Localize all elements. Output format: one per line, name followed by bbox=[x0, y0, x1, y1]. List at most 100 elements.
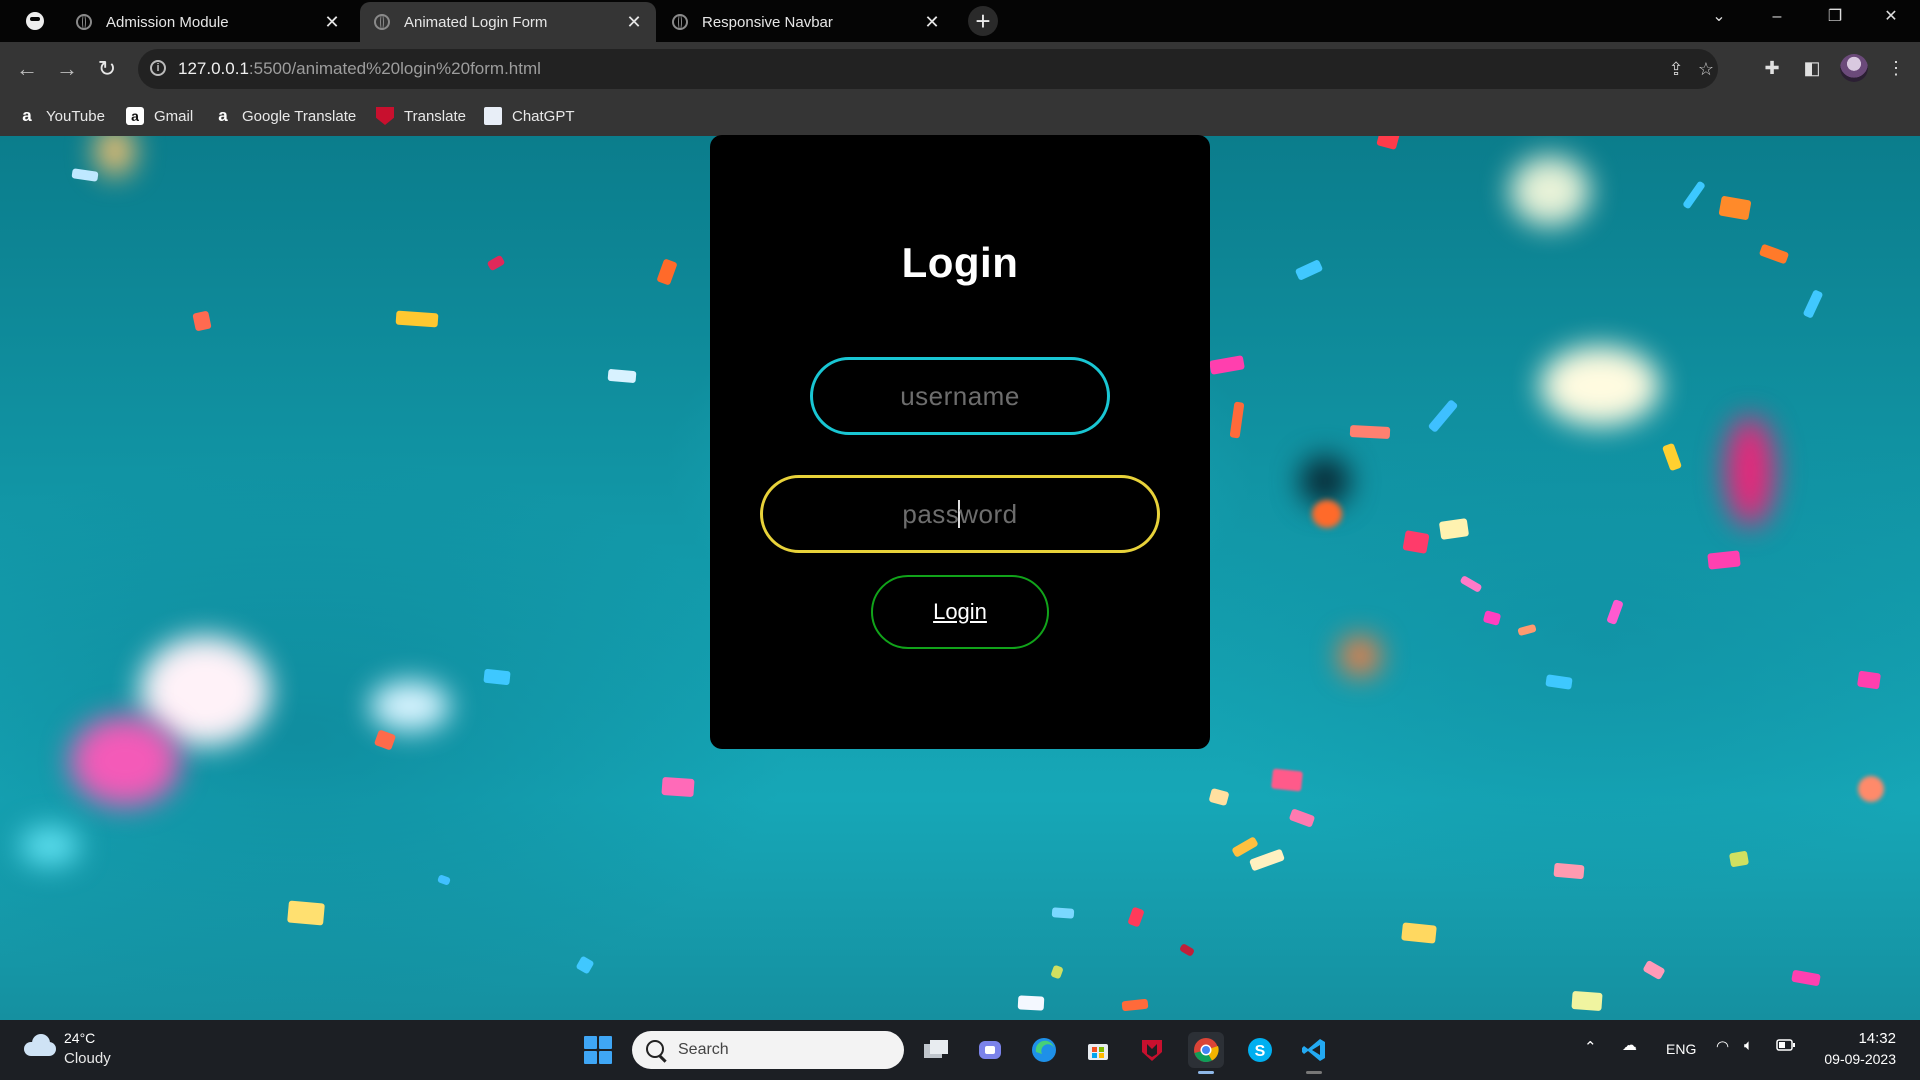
bookmark-label: Translate bbox=[404, 107, 466, 125]
confetti bbox=[192, 310, 212, 332]
page-icon bbox=[484, 107, 502, 125]
mcafee-shield-icon bbox=[376, 107, 394, 125]
bookmark-chatgpt[interactable]: ChatGPT bbox=[484, 104, 575, 128]
edge-browser-icon[interactable] bbox=[1026, 1032, 1062, 1068]
bookmark-youtube[interactable]: a YouTube bbox=[18, 104, 105, 128]
share-icon[interactable]: ⇪ bbox=[1664, 57, 1688, 81]
bookmark-translate[interactable]: Translate bbox=[376, 104, 466, 128]
confetti bbox=[483, 668, 511, 686]
wifi-icon[interactable]: ◠ bbox=[1716, 1037, 1729, 1055]
microsoft-store-icon[interactable] bbox=[1080, 1032, 1116, 1068]
confetti bbox=[1682, 180, 1706, 210]
confetti bbox=[1208, 787, 1230, 807]
login-card: Login username pass word Login bbox=[710, 135, 1210, 749]
login-title: Login bbox=[901, 239, 1019, 286]
tab-admission-module[interactable]: Admission Module ✕ bbox=[62, 2, 354, 42]
tab-search-button[interactable] bbox=[20, 8, 50, 34]
confetti bbox=[656, 258, 678, 286]
taskbar-search[interactable]: Search bbox=[632, 1031, 904, 1069]
battery-icon[interactable] bbox=[1776, 1038, 1796, 1056]
confetti bbox=[1376, 136, 1404, 151]
confetti bbox=[1545, 674, 1573, 690]
username-input[interactable]: username bbox=[810, 357, 1110, 435]
url-text[interactable]: 127.0.0.1:5500/animated%20login%20form.h… bbox=[178, 59, 541, 79]
bokeh-blob bbox=[370, 681, 450, 731]
skype-icon[interactable]: S bbox=[1242, 1032, 1278, 1068]
speaker-icon[interactable]: 🔈︎ bbox=[1744, 1037, 1753, 1054]
more-menu-icon[interactable]: ⋮ bbox=[1882, 54, 1910, 82]
confetti bbox=[1051, 907, 1075, 919]
confetti bbox=[1401, 922, 1437, 944]
bookmark-label: Google Translate bbox=[242, 107, 357, 125]
tab-strip: Admission Module ✕ Animated Login Form ✕… bbox=[0, 0, 1920, 42]
close-icon[interactable]: ✕ bbox=[322, 12, 342, 33]
globe-icon bbox=[672, 14, 688, 30]
restore-button[interactable]: ❐ bbox=[1806, 0, 1864, 34]
password-placeholder-start: pass bbox=[902, 498, 960, 529]
running-indicator bbox=[1306, 1071, 1322, 1074]
confetti bbox=[287, 900, 325, 926]
close-icon[interactable]: ✕ bbox=[922, 12, 942, 33]
confetti bbox=[1312, 500, 1342, 528]
bookmark-label: ChatGPT bbox=[512, 107, 575, 125]
password-input[interactable]: pass word bbox=[760, 475, 1160, 553]
confetti bbox=[1642, 959, 1666, 981]
minimize-button[interactable]: – bbox=[1748, 0, 1806, 34]
confetti bbox=[1791, 969, 1821, 987]
bookmarks-bar: a YouTube a Gmail a Google Translate Tra… bbox=[0, 96, 1920, 136]
confetti bbox=[1707, 550, 1741, 570]
url-host: 127.0.0.1 bbox=[178, 59, 249, 78]
close-icon[interactable]: ✕ bbox=[624, 12, 644, 33]
confetti bbox=[1294, 259, 1324, 281]
address-bar[interactable]: i 127.0.0.1:5500/animated%20login%20form… bbox=[138, 49, 1718, 89]
tab-list-dropdown-icon[interactable]: ⌄ bbox=[1690, 0, 1748, 34]
confetti bbox=[1571, 990, 1603, 1012]
login-button[interactable]: Login bbox=[871, 575, 1049, 649]
bookmark-gmail[interactable]: a Gmail bbox=[126, 104, 193, 128]
back-button[interactable]: ← bbox=[12, 54, 42, 84]
confetti bbox=[1718, 195, 1752, 221]
windows-start-icon[interactable] bbox=[584, 1036, 612, 1064]
bokeh-blob bbox=[95, 136, 135, 176]
clock-time[interactable]: 14:32 bbox=[1808, 1030, 1896, 1047]
tab-responsive-navbar[interactable]: Responsive Navbar ✕ bbox=[658, 2, 954, 42]
close-window-button[interactable]: ✕ bbox=[1862, 0, 1920, 34]
confetti bbox=[661, 776, 695, 798]
vscode-icon[interactable] bbox=[1296, 1032, 1332, 1074]
svg-text:S: S bbox=[1255, 1043, 1266, 1060]
confetti bbox=[1553, 862, 1585, 880]
active-indicator bbox=[1198, 1071, 1214, 1074]
bokeh-blob bbox=[1540, 346, 1660, 426]
chrome-browser-icon[interactable] bbox=[1188, 1032, 1224, 1074]
search-label: Search bbox=[678, 1041, 729, 1058]
bokeh-blob bbox=[70, 716, 180, 806]
profile-avatar[interactable] bbox=[1840, 54, 1868, 82]
confetti bbox=[436, 874, 452, 886]
language-indicator[interactable]: ENG bbox=[1666, 1041, 1696, 1057]
mcafee-icon[interactable] bbox=[1134, 1032, 1170, 1068]
confetti bbox=[1517, 623, 1537, 637]
weather-temperature[interactable]: 24°C bbox=[64, 1030, 95, 1046]
confetti bbox=[1482, 610, 1502, 626]
forward-button[interactable]: → bbox=[52, 54, 82, 84]
confetti bbox=[1121, 998, 1149, 1012]
reload-button[interactable]: ↻ bbox=[92, 54, 122, 84]
teams-chat-icon[interactable] bbox=[972, 1032, 1008, 1068]
confetti bbox=[486, 254, 506, 272]
cloud-icon[interactable] bbox=[24, 1034, 56, 1056]
weather-description[interactable]: Cloudy bbox=[64, 1050, 111, 1067]
onedrive-icon[interactable]: ☁ bbox=[1622, 1036, 1637, 1054]
confetti bbox=[1728, 850, 1750, 868]
tab-title: Responsive Navbar bbox=[702, 13, 833, 31]
bookmark-star-icon[interactable]: ☆ bbox=[1694, 57, 1718, 81]
clock-date[interactable]: 09-09-2023 bbox=[1808, 1051, 1896, 1067]
site-info-icon[interactable]: i bbox=[150, 60, 166, 76]
task-view-icon[interactable] bbox=[918, 1032, 954, 1068]
extensions-puzzle-icon[interactable]: ✚ bbox=[1758, 54, 1786, 82]
tab-animated-login-form[interactable]: Animated Login Form ✕ bbox=[360, 2, 656, 42]
show-hidden-icons-chevron-icon[interactable]: ⌃ bbox=[1584, 1038, 1597, 1056]
bookmark-google-translate[interactable]: a Google Translate bbox=[214, 104, 356, 128]
side-panel-icon[interactable]: ◧ bbox=[1798, 54, 1826, 82]
tab-title: Animated Login Form bbox=[404, 13, 548, 31]
new-tab-button[interactable]: + bbox=[968, 6, 998, 36]
